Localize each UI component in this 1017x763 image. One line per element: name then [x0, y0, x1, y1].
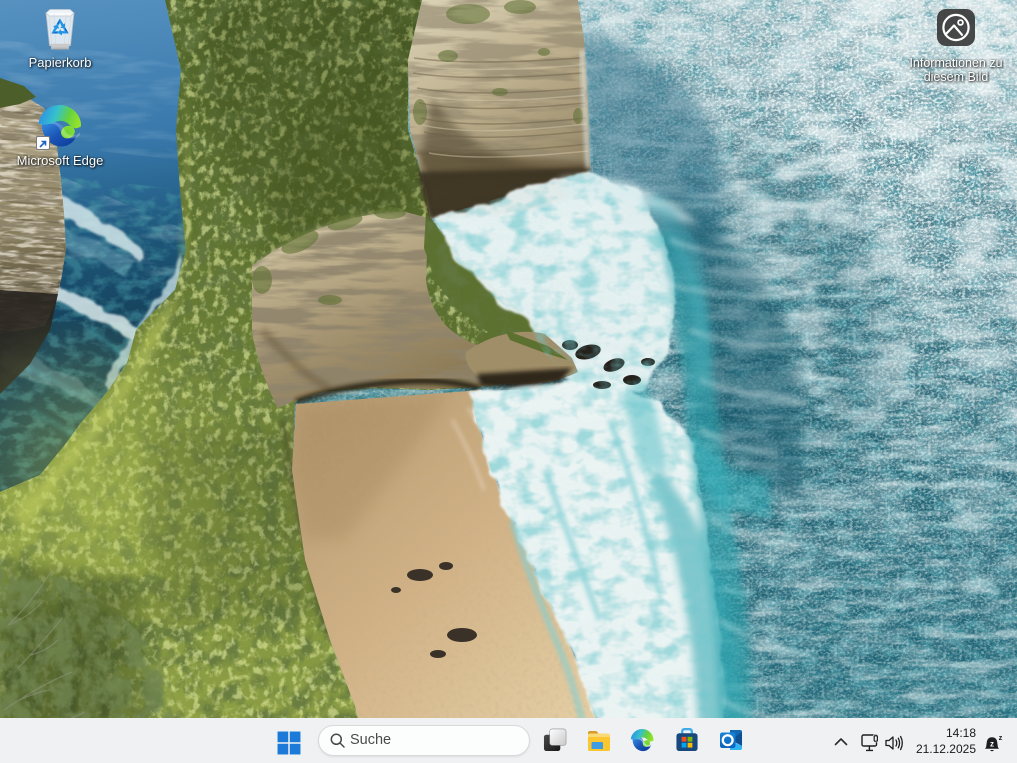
svg-text:z: z — [999, 735, 1003, 742]
svg-text:z: z — [990, 739, 994, 748]
